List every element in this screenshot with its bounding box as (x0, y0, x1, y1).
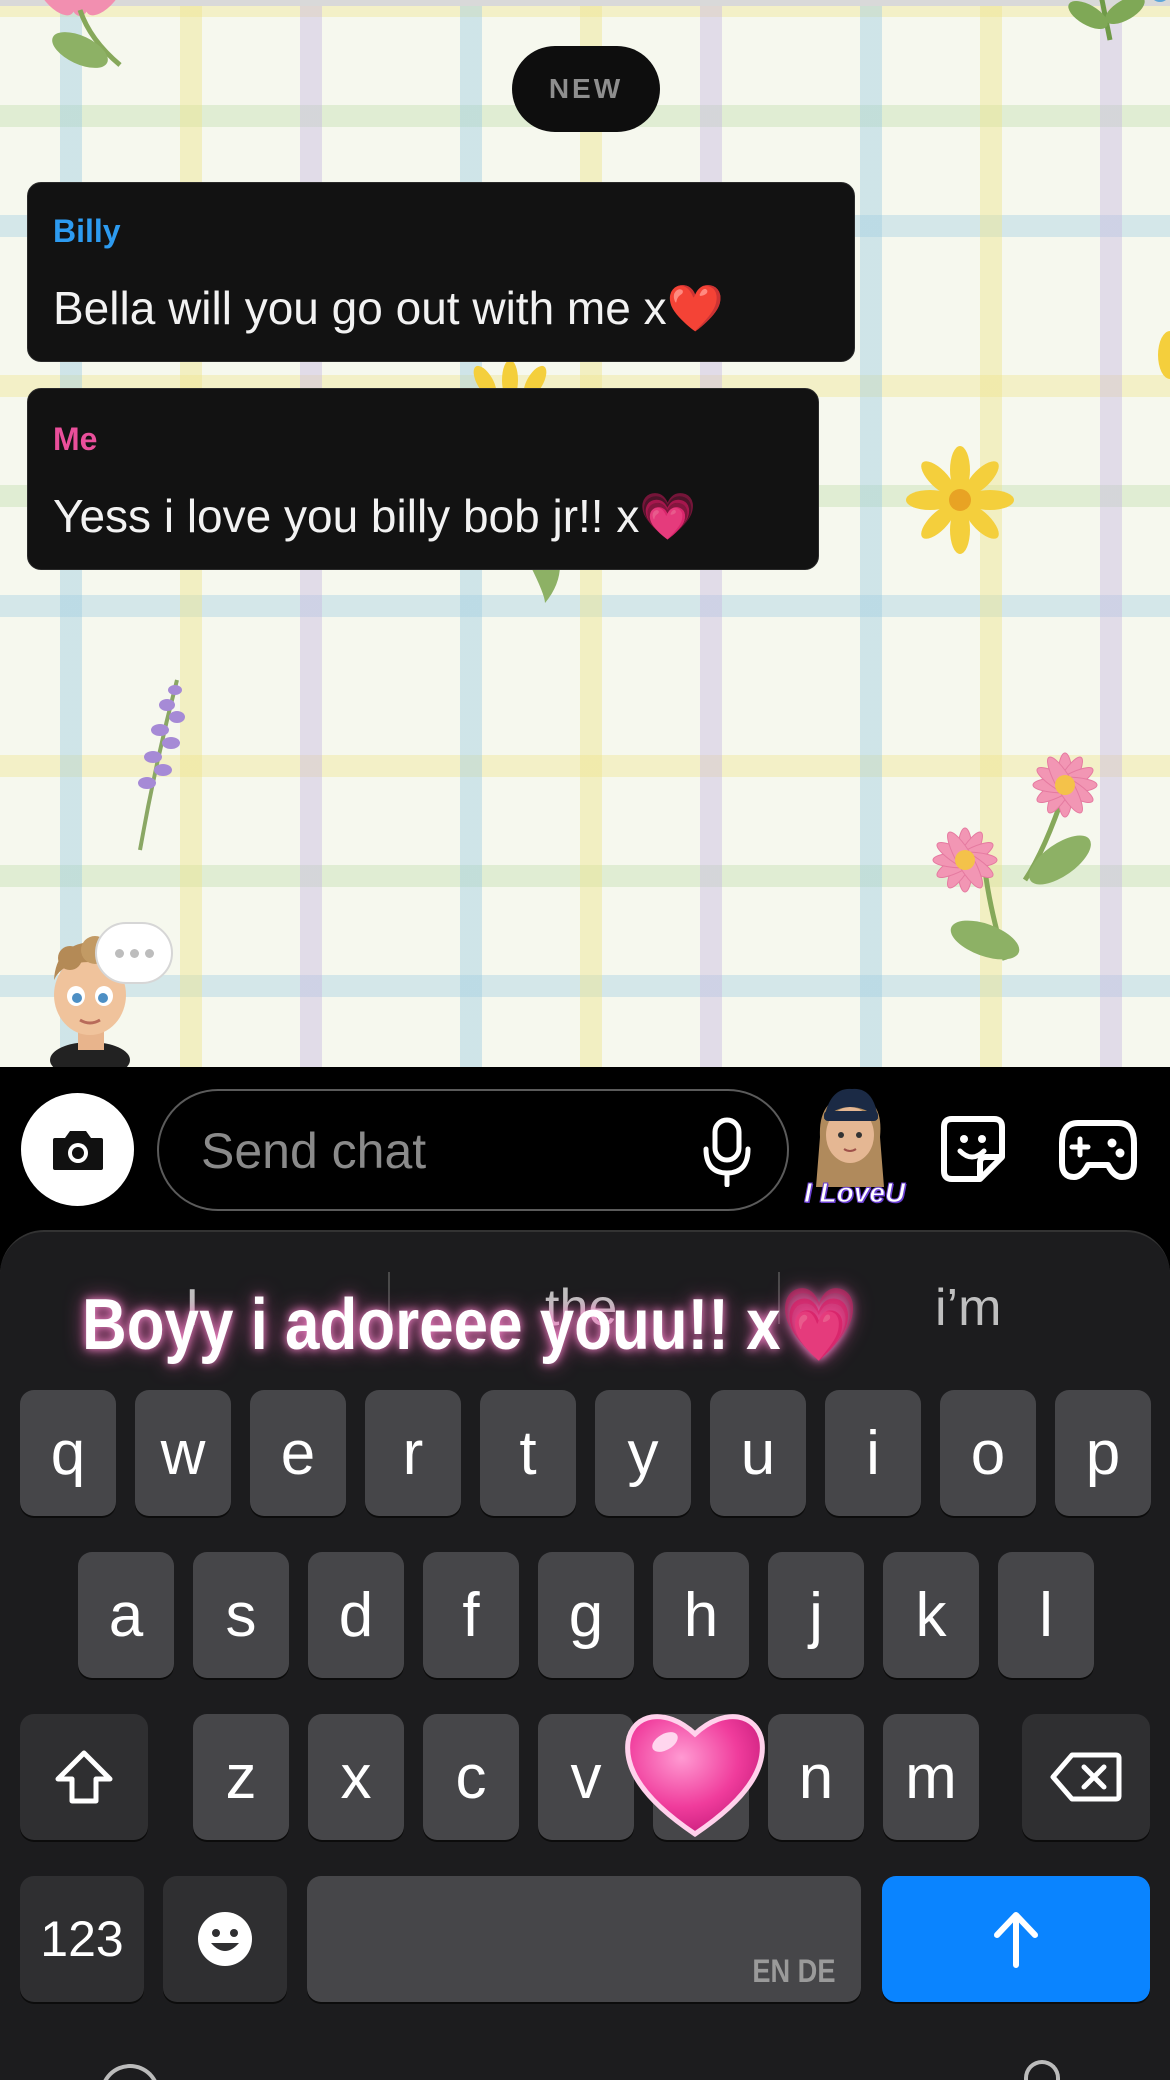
key-n[interactable]: n (768, 1714, 864, 1840)
arrow-up-icon (994, 1912, 1038, 1968)
key-f[interactable]: f (423, 1552, 519, 1678)
yellow-flower-partial-icon (473, 360, 547, 390)
bitmoji-caption: I LoveU (803, 1177, 906, 1209)
typing-dot (144, 948, 154, 958)
typing-dot (114, 948, 124, 958)
pink-heart-icon: 💗 (639, 490, 697, 542)
send-key[interactable] (882, 1876, 1150, 2002)
key-q[interactable]: q (20, 1390, 116, 1516)
key-j[interactable]: j (768, 1552, 864, 1678)
key-o[interactable]: o (940, 1390, 1036, 1516)
keyboard: I the i’m Boyy i adoreee youu!! x💗 q w e… (0, 1230, 1170, 2080)
key-g[interactable]: g (538, 1552, 634, 1678)
message-bubble[interactable]: Billy Bella will you go out with me x❤️ (27, 182, 855, 362)
message-bubble[interactable]: Me Yess i love you billy bob jr!! x💗 (27, 388, 819, 570)
microphone-icon[interactable] (701, 1117, 753, 1187)
red-heart-icon: ❤️ (666, 282, 724, 334)
send-chat-field[interactable] (157, 1089, 789, 1211)
bitmoji-sticker-button[interactable]: I LoveU (800, 1077, 906, 1217)
typing-dot (129, 948, 139, 958)
key-t[interactable]: t (480, 1390, 576, 1516)
pink-heart-sticker-icon (625, 1714, 765, 1838)
space-key[interactable]: EN DE (307, 1876, 861, 2002)
yellow-flower-icon (906, 446, 1014, 554)
sticker-icon[interactable] (934, 1111, 1010, 1187)
key-l[interactable]: l (998, 1552, 1094, 1678)
new-messages-badge: NEW (512, 46, 660, 132)
key-y[interactable]: y (595, 1390, 691, 1516)
key-p[interactable]: p (1055, 1390, 1151, 1516)
shift-icon (55, 1750, 113, 1804)
pink-flower-top-left-icon (35, 0, 125, 68)
key-r[interactable]: r (365, 1390, 461, 1516)
key-a[interactable]: a (78, 1552, 174, 1678)
send-chat-input[interactable] (201, 1113, 681, 1189)
status-divider (0, 0, 1170, 6)
pink-daisies-icon (932, 752, 1098, 961)
camera-button[interactable] (21, 1093, 134, 1206)
backspace-icon (1050, 1752, 1122, 1802)
sender-name: Me (53, 421, 98, 457)
lavender-icon (138, 679, 185, 851)
flower-edge-right-icon (1158, 331, 1170, 379)
key-u[interactable]: u (710, 1390, 806, 1516)
key-m[interactable]: m (883, 1714, 979, 1840)
message-text: Yess i love you billy bob jr!! x💗 (53, 490, 697, 542)
game-controller-icon[interactable] (1058, 1115, 1138, 1183)
shift-key[interactable] (20, 1714, 148, 1840)
emoji-icon (198, 1912, 252, 1966)
sender-name: Billy (53, 213, 121, 249)
key-w[interactable]: w (135, 1390, 231, 1516)
key-d[interactable]: d (308, 1552, 404, 1678)
suggestion-3[interactable]: i’m (935, 1278, 1001, 1338)
typing-indicator-bubble (95, 922, 173, 984)
backspace-key[interactable] (1022, 1714, 1150, 1840)
key-k[interactable]: k (883, 1552, 979, 1678)
key-x[interactable]: x (308, 1714, 404, 1840)
key-i[interactable]: i (825, 1390, 921, 1516)
key-z[interactable]: z (193, 1714, 289, 1840)
chat-input-bar: I LoveU (0, 1067, 1170, 1230)
key-e[interactable]: e (250, 1390, 346, 1516)
overlay-caption-text: Boyy i adoreee youu!! x💗 (82, 1285, 858, 1365)
key-c[interactable]: c (423, 1714, 519, 1840)
keyboard-language-label: EN DE (752, 1953, 836, 1989)
key-h[interactable]: h (653, 1552, 749, 1678)
camera-icon (52, 1130, 103, 1170)
emoji-key[interactable] (163, 1876, 287, 2002)
key-s[interactable]: s (193, 1552, 289, 1678)
chat-background: NEW Billy Bella will you go out with me … (0, 0, 1170, 1067)
flower-top-right-icon (1068, 0, 1166, 41)
numbers-key[interactable]: 123 (20, 1876, 144, 2002)
leaf-under-bubble-icon (530, 565, 560, 603)
message-text: Bella will you go out with me x❤️ (53, 282, 724, 334)
